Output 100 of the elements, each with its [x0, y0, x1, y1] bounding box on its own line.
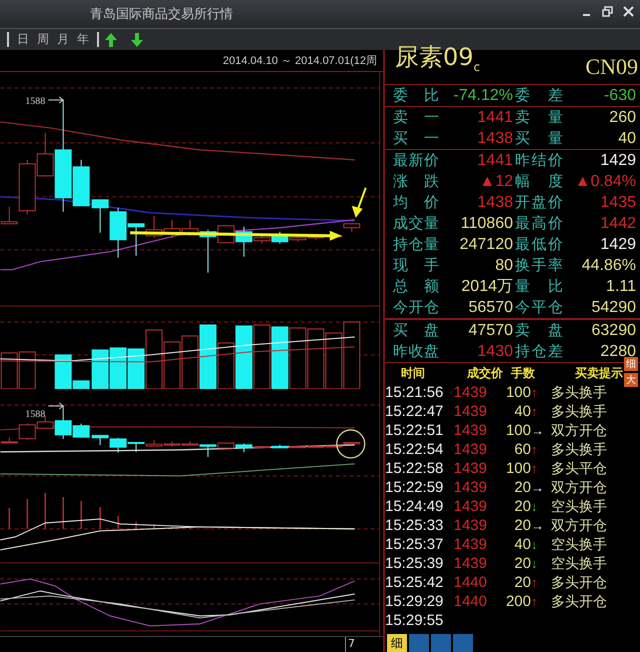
close-icon[interactable]	[623, 6, 634, 17]
quote-value: ▲12	[478, 172, 513, 190]
quote-value: 1429	[599, 152, 636, 170]
quote-label: 均 价	[393, 193, 439, 212]
quote-label: 卖 一	[393, 108, 439, 127]
quote-value: 110860	[460, 214, 513, 232]
trade-time: 15:22:58	[385, 460, 444, 477]
trade-time: 15:22:47	[385, 403, 444, 420]
date-range-label: 2014.04.10 ～ 2014.07.01(12周	[222, 54, 377, 68]
trade-time: 15:22:51	[385, 422, 444, 439]
quote-value: -630	[602, 86, 636, 104]
trade-volume: 20	[513, 517, 531, 534]
quote-label: 幅 度	[515, 172, 563, 191]
direction-arrow: ↑	[531, 385, 538, 400]
detail-button[interactable]: 细	[624, 357, 638, 371]
trade-volume: 100	[504, 460, 531, 477]
pointer-arrow	[352, 187, 367, 218]
quote-value: 47570	[468, 322, 513, 340]
volume-bar	[110, 347, 127, 389]
enlarge-button[interactable]: 大	[624, 373, 638, 387]
trade-price: 1439	[452, 498, 487, 515]
trade-price: 1439	[452, 555, 487, 572]
period-button[interactable]: 年	[74, 31, 92, 48]
quote-label: 委 差	[515, 86, 563, 105]
quote-label: 开盘价	[515, 193, 563, 212]
quote-value: 80	[494, 256, 513, 274]
period-button[interactable]: 月	[54, 31, 72, 48]
volume-bar	[307, 328, 324, 389]
tab[interactable]: 细	[387, 634, 407, 652]
volume-bar	[253, 324, 270, 389]
volume-bar	[325, 332, 342, 389]
period-button[interactable]: 日	[14, 31, 32, 48]
quote-value: 2280	[599, 342, 636, 360]
quote-value: 1441	[476, 108, 513, 126]
trade-hint: 多头开仓	[551, 574, 607, 592]
direction-arrow: ↑	[531, 404, 538, 419]
direction-arrow: ↓	[531, 499, 538, 514]
trade-time: 15:22:54	[385, 441, 444, 458]
trade-price: 1439	[452, 479, 487, 496]
down-arrow-icon[interactable]	[130, 32, 144, 48]
quote-value: 1441	[476, 152, 513, 170]
quote-value: 54290	[590, 298, 636, 316]
trade-volume: 40	[513, 403, 531, 420]
trade-volume: 40	[513, 536, 531, 553]
direction-arrow: ↓	[531, 556, 538, 571]
trade-price: 1439	[452, 384, 487, 401]
quote-value: ▲0.84%	[574, 172, 636, 190]
quote-value: 260	[608, 108, 636, 126]
quote-label: 买 盘	[393, 321, 439, 340]
quote-label: 现 手	[393, 256, 439, 275]
direction-arrow: ↑	[531, 461, 538, 476]
trade-time: 15:24:49	[385, 498, 444, 515]
quote-label: 持仓差	[515, 342, 563, 361]
trade-volume: 20	[513, 479, 531, 496]
trade-hint: 双方开仓	[551, 516, 607, 534]
direction-arrow: →	[531, 480, 543, 495]
quote-label: 卖 盘	[515, 321, 563, 340]
contract-code: CN09	[585, 54, 638, 80]
up-arrow-icon[interactable]	[104, 32, 118, 48]
volume-bar	[343, 321, 360, 389]
trade-volume: 20	[513, 574, 531, 591]
quote-value: 44.86%	[580, 256, 636, 274]
period-button[interactable]: 周	[34, 31, 52, 48]
quote-value: 1429	[599, 236, 636, 254]
quote-value: 247120	[458, 236, 513, 254]
trade-time: 15:22:59	[385, 479, 444, 496]
quote-label: 卖 量	[515, 108, 563, 127]
trade-time: 15:25:37	[385, 536, 444, 553]
direction-arrow: ↑	[531, 594, 538, 609]
quote-label: 量 比	[515, 277, 563, 296]
quote-label: 最低价	[515, 235, 563, 254]
trade-price: 1439	[452, 460, 487, 477]
trade-hint: 空头换手	[551, 498, 607, 516]
trade-hint: 多头换手	[551, 384, 607, 402]
trade-volume: 20	[513, 555, 531, 572]
column-header: 成交价	[467, 364, 503, 382]
trade-price: 1439	[452, 441, 487, 458]
trade-hint: 双方开仓	[551, 478, 607, 496]
volume-bar	[18, 351, 36, 389]
restore-icon[interactable]	[602, 6, 613, 17]
quote-value: 1435	[599, 194, 636, 212]
trade-hint: 多头平仓	[551, 460, 607, 478]
quote-value: 1438	[476, 130, 513, 148]
trade-time: 15:25:33	[385, 517, 444, 534]
trade-time: 15:25:39	[385, 555, 444, 572]
quote-label: 昨收盘	[393, 342, 439, 361]
quote-label: 买 量	[515, 129, 563, 148]
quote-label: 换手率	[515, 256, 563, 275]
page-number: 7	[345, 637, 355, 652]
volume-bar	[164, 341, 181, 389]
trade-hint: 双方开仓	[551, 422, 607, 440]
quote-label: 今开仓	[393, 298, 439, 317]
quote-value: 1.11	[605, 278, 636, 296]
quote-label: 今平仓	[515, 298, 563, 317]
direction-arrow: ↑	[531, 442, 538, 457]
candlestick	[343, 223, 360, 232]
volume-bar	[92, 349, 109, 389]
window-title: 青岛国际商品交易所行情	[90, 6, 233, 23]
candlestick	[92, 435, 109, 446]
column-header: 买卖提示	[575, 364, 623, 382]
